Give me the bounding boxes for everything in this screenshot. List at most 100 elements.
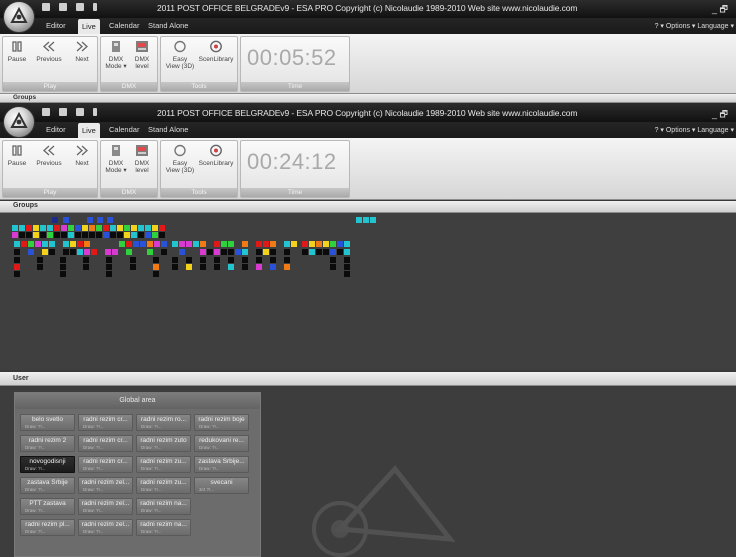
fixture-cell[interactable] [106,264,112,270]
fixture-cell[interactable] [302,249,308,255]
fixture-cell[interactable] [110,225,116,231]
global-scene-button[interactable]: radni rezim cr... Draw: ?!... [78,414,133,431]
fixture-cell[interactable] [60,257,66,263]
fixture-cell[interactable] [28,249,34,255]
fixture-cell[interactable] [161,241,167,247]
fixture-cell[interactable] [270,257,276,263]
fixture-cell[interactable] [291,241,297,247]
fixture-cell[interactable] [242,264,248,270]
fixture-cell[interactable] [270,241,276,247]
minus-icon[interactable] [59,3,67,11]
fixture-cell[interactable] [172,241,178,247]
fixture-cell[interactable] [84,249,90,255]
fixture-cell[interactable] [96,232,102,238]
fixture-cell[interactable] [140,241,146,247]
fixture-cell[interactable] [49,241,55,247]
fixture-cell[interactable] [68,232,74,238]
fixture-cell[interactable] [159,225,165,231]
global-scene-button[interactable]: PTT zastava Draw: ?!... [20,498,75,515]
fixture-cell[interactable] [172,264,178,270]
fixture-cell[interactable] [200,257,206,263]
fixture-cell[interactable] [84,241,90,247]
fixture-cell[interactable] [344,264,350,270]
fixture-cell[interactable] [284,257,290,263]
fixture-cell[interactable] [153,264,159,270]
fixture-cell[interactable] [153,271,159,277]
fixture-cell[interactable] [103,232,109,238]
pause-button[interactable]: Pause [5,143,29,167]
fixture-cell[interactable] [200,249,206,255]
global-scene-button[interactable]: zastava Srbije... Draw: ?!... [194,456,249,473]
fixture-cell[interactable] [119,241,125,247]
fixture-cell[interactable] [40,232,46,238]
fixture-cell[interactable] [309,241,315,247]
fixture-cell[interactable] [152,225,158,231]
fixture-cell[interactable] [82,232,88,238]
fixture-cell[interactable] [214,257,220,263]
global-scene-button[interactable]: zastava Srbije Draw: ?!... [20,477,75,494]
fixture-cell[interactable] [107,217,113,223]
fixture-cell[interactable] [60,271,66,277]
fixture-cell[interactable] [60,264,66,270]
fixture-cell[interactable] [117,232,123,238]
fixture-cell[interactable] [270,264,276,270]
global-scene-button[interactable]: radni rezim boje Draw: ?!... [194,414,249,431]
fixture-cell[interactable] [21,241,27,247]
fixture-cell[interactable] [330,249,336,255]
fixture-cell[interactable] [37,257,43,263]
fixture-cell[interactable] [130,257,136,263]
fixture-cell[interactable] [77,249,83,255]
fixture-cell[interactable] [147,241,153,247]
fixture-cell[interactable] [133,241,139,247]
fixture-cell[interactable] [68,225,74,231]
fixture-cell[interactable] [63,241,69,247]
save-icon[interactable] [42,3,50,11]
save-icon[interactable] [42,108,50,116]
fixture-cell[interactable] [337,249,343,255]
fixture-cell[interactable] [40,225,46,231]
fixture-cell[interactable] [147,249,153,255]
global-scene-button[interactable]: radni rezim zel... Draw: ?!... [78,477,133,494]
fixture-cell[interactable] [186,241,192,247]
fixture-cell[interactable] [270,249,276,255]
fixture-cell[interactable] [91,249,97,255]
fixture-cell[interactable] [200,241,206,247]
fixture-cell[interactable] [26,232,32,238]
fixture-cell[interactable] [47,225,53,231]
fixture-cell[interactable] [228,241,234,247]
fixture-cell[interactable] [330,257,336,263]
fixture-cell[interactable] [52,217,58,223]
fixture-cell[interactable] [103,225,109,231]
app-menu-button[interactable] [3,1,35,33]
fixture-cell[interactable] [12,232,18,238]
fixture-cell[interactable] [256,249,262,255]
fixture-cell[interactable] [82,225,88,231]
global-scene-button[interactable]: redukovani re... Draw: ?!... [194,435,249,452]
dmx-level-button[interactable]: DMX level [131,143,153,174]
fixture-cell[interactable] [228,249,234,255]
tab-calendar[interactable]: Calendar [109,125,139,134]
fixture-cell[interactable] [130,264,136,270]
fixture-cell[interactable] [344,249,350,255]
fixture-cell[interactable] [344,257,350,263]
fixture-cell[interactable] [161,249,167,255]
fixture-cell[interactable] [37,264,43,270]
fixture-cell[interactable] [33,232,39,238]
global-scene-button[interactable]: radni rezim zuto Draw: ?!... [136,435,191,452]
fixture-cell[interactable] [106,257,112,263]
tab-stand-alone[interactable]: Stand Alone [148,125,188,134]
fixture-cell[interactable] [214,249,220,255]
global-scene-button[interactable]: radni rezim zu... Draw: ?!... [136,477,191,494]
fixture-cell[interactable] [284,241,290,247]
fixture-cell[interactable] [179,241,185,247]
user-icon[interactable] [76,3,84,11]
tab-editor[interactable]: Editor [46,125,66,134]
global-scene-button[interactable]: radni rezim zel... Draw: ?!... [78,498,133,515]
fixture-cell[interactable] [83,264,89,270]
global-scene-button[interactable]: radni rezim pl... Draw: ?!... [20,519,75,536]
fixture-cell[interactable] [172,257,178,263]
fixture-cell[interactable] [110,232,116,238]
global-scene-button[interactable]: radni rezim na... Draw: ?!... [136,498,191,515]
fixture-cell[interactable] [75,232,81,238]
help-icon[interactable] [93,3,97,11]
